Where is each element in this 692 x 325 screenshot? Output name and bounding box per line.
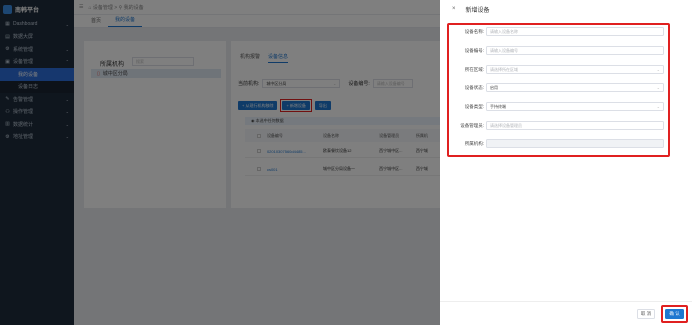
form-label: 设备管理员: — [460, 122, 484, 128]
form-label: 设备类型: — [464, 103, 484, 109]
form-field[interactable]: 请选择设备管理员 — [486, 121, 664, 130]
form-field-text: 请选择设备管理员 — [490, 122, 522, 128]
form-row: 设备名称: 请输入设备名称 — [456, 27, 664, 36]
form-field-text: 启用 — [490, 84, 498, 90]
chevron-down-icon: ⌄ — [656, 104, 660, 109]
drawer-footer-divider — [440, 301, 692, 302]
form-row: 所在区域: 请选择所在区域 ⌄ — [456, 65, 664, 74]
form-field-text: 请输入设备名称 — [490, 28, 518, 34]
form-row: 设备状态: 启用 ⌄ — [456, 83, 664, 92]
form-field-text: 手持终端 — [490, 103, 506, 109]
add-device-drawer: × 新增设备 设备名称: 请输入设备名称 设备编号: 请输入设备编号 所在区域: 请选择所在… — [440, 0, 692, 325]
form-label: 设备名称: — [464, 28, 484, 34]
form-field — [486, 139, 664, 148]
form-field[interactable]: 手持终端 ⌄ — [486, 102, 664, 111]
drawer-header: × 新增设备 — [440, 0, 692, 18]
drawer-title: 新增设备 — [465, 7, 490, 14]
form-row: 设备管理员: 请选择设备管理员 — [456, 121, 664, 130]
form-row: 所属机构: — [456, 139, 664, 148]
form-row: 设备编号: 请输入设备编号 — [456, 46, 664, 55]
chevron-down-icon: ⌄ — [656, 85, 660, 90]
form-field-text: 请选择所在区域 — [490, 66, 518, 72]
device-form: 设备名称: 请输入设备名称 设备编号: 请输入设备编号 所在区域: 请选择所在区域 ⌄ 设备状… — [447, 23, 670, 157]
form-label: 所在区域: — [464, 66, 484, 72]
form-label: 设备状态: — [464, 84, 484, 90]
chevron-down-icon: ⌄ — [656, 67, 660, 72]
confirm-highlight: 确 认 — [661, 305, 688, 323]
form-field[interactable]: 请输入设备编号 — [486, 46, 664, 55]
cancel-button[interactable]: 取 消 — [637, 309, 655, 319]
form-field[interactable]: 请输入设备名称 — [486, 27, 664, 36]
confirm-button[interactable]: 确 认 — [665, 309, 684, 319]
form-field-text: 请输入设备编号 — [490, 47, 518, 53]
modal-overlay[interactable] — [0, 0, 440, 325]
form-row: 设备类型: 手持终端 ⌄ — [456, 102, 664, 111]
form-field[interactable]: 启用 ⌄ — [486, 83, 664, 92]
form-label: 所属机构: — [464, 140, 484, 146]
form-label: 设备编号: — [464, 47, 484, 53]
form-field[interactable]: 请选择所在区域 ⌄ — [486, 65, 664, 74]
close-icon[interactable]: × — [452, 6, 456, 12]
